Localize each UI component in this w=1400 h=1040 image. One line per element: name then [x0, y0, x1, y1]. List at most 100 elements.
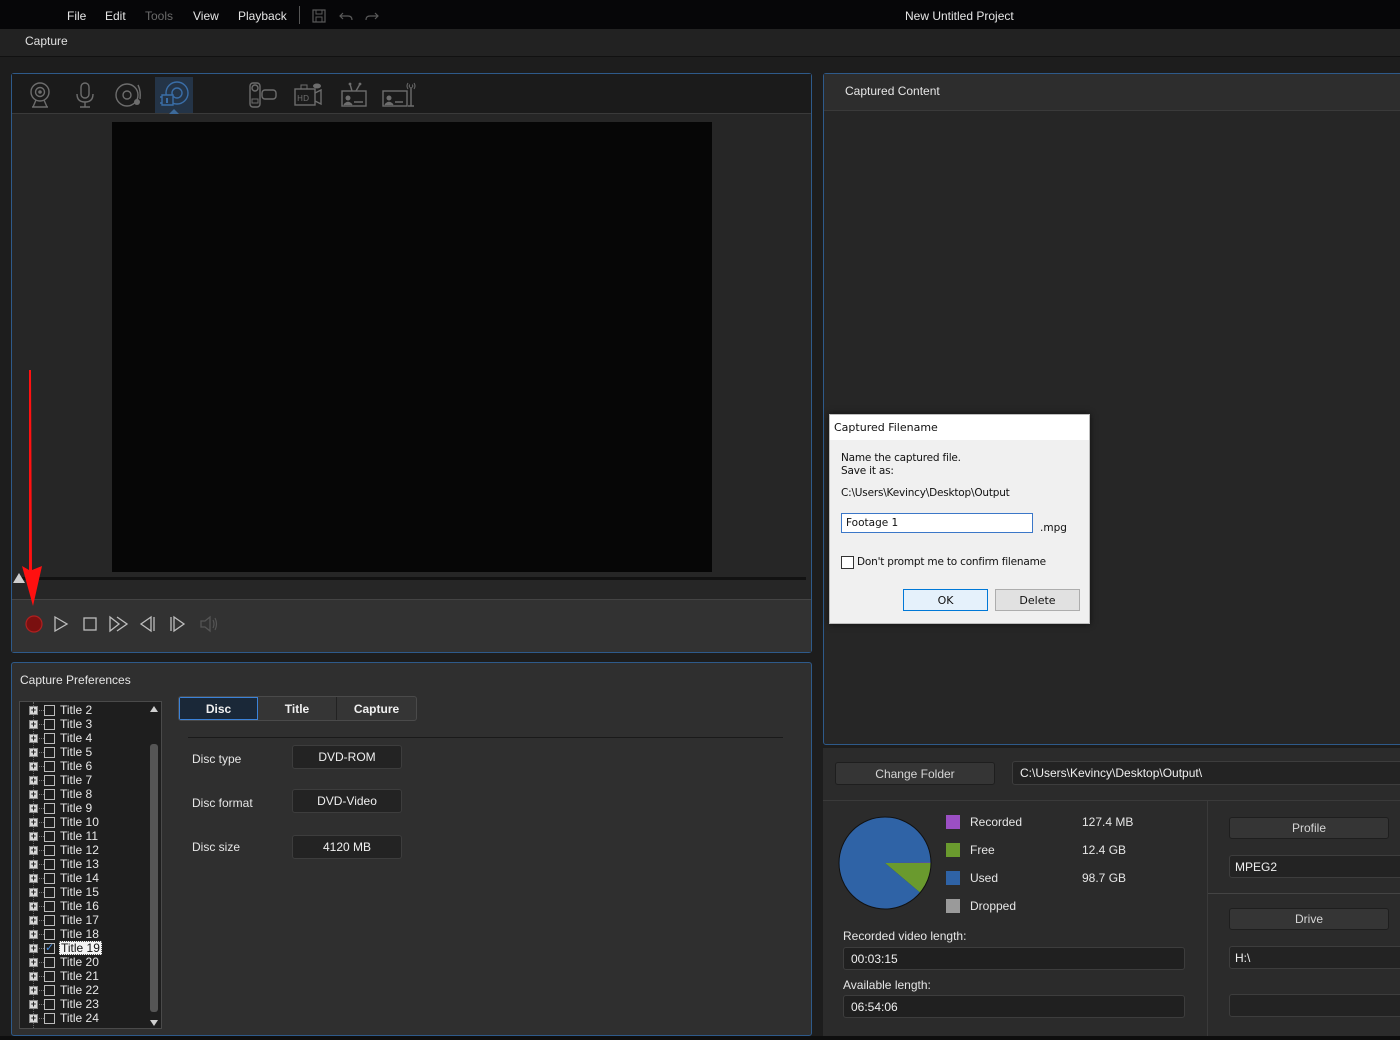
title-tree-item[interactable]: + Title 15	[20, 885, 148, 899]
title-tree-item[interactable]: + Title 6	[20, 759, 148, 773]
capture-source-dv-camcorder[interactable]	[244, 77, 282, 113]
expand-icon[interactable]: +	[29, 887, 38, 897]
title-label[interactable]: Title 5	[59, 745, 93, 759]
title-checkbox[interactable]	[44, 1012, 55, 1024]
title-label[interactable]: Title 18	[59, 927, 100, 941]
expand-icon[interactable]: +	[29, 971, 38, 981]
drive-button[interactable]: Drive	[1229, 908, 1389, 930]
title-checkbox[interactable]	[44, 718, 55, 730]
title-label[interactable]: Title 12	[59, 843, 100, 857]
title-checkbox[interactable]	[44, 900, 55, 912]
title-tree-item[interactable]: + Title 21	[20, 969, 148, 983]
expand-icon[interactable]: +	[29, 831, 38, 841]
tab-capture[interactable]: Capture	[337, 697, 416, 720]
title-label[interactable]: Title 22	[59, 983, 100, 997]
title-tree-item[interactable]: + Title 20	[20, 955, 148, 969]
disc-type-value[interactable]: DVD-ROM	[292, 745, 402, 769]
seek-handle[interactable]	[13, 573, 25, 583]
title-checkbox[interactable]	[44, 984, 55, 996]
capture-source-webcam[interactable]	[21, 77, 59, 113]
title-tree-item[interactable]: + Title 13	[20, 857, 148, 871]
title-label[interactable]: Title 8	[59, 787, 93, 801]
expand-icon[interactable]: +	[29, 705, 38, 715]
menu-view[interactable]: View	[193, 9, 219, 23]
expand-icon[interactable]: +	[29, 943, 38, 953]
expand-icon[interactable]: +	[29, 999, 38, 1009]
tab-disc[interactable]: Disc	[179, 697, 258, 720]
title-tree-item[interactable]: + Title 12	[20, 843, 148, 857]
title-label[interactable]: Title 6	[59, 759, 93, 773]
dialog-titlebar[interactable]: Captured Filename	[830, 415, 1089, 440]
title-label[interactable]: Title 10	[59, 815, 100, 829]
title-tree-item[interactable]: + Title 3	[20, 717, 148, 731]
filename-input[interactable]	[841, 513, 1033, 533]
expand-icon[interactable]: +	[29, 915, 38, 925]
capture-source-microphone[interactable]	[66, 77, 104, 113]
title-tree-item[interactable]: + Title 19	[20, 941, 148, 955]
drive-field[interactable]: H:\	[1229, 946, 1400, 969]
disc-size-value[interactable]: 4120 MB	[292, 835, 402, 859]
title-label[interactable]: Title 9	[59, 801, 93, 815]
title-checkbox[interactable]	[44, 774, 55, 786]
title-label[interactable]: Title 14	[59, 871, 100, 885]
title-tree-item[interactable]: + Title 23	[20, 997, 148, 1011]
play-button[interactable]	[50, 613, 72, 635]
expand-icon[interactable]: +	[29, 747, 38, 757]
expand-icon[interactable]: +	[29, 985, 38, 995]
title-label[interactable]: Title 2	[59, 703, 93, 717]
expand-icon[interactable]: +	[29, 761, 38, 771]
title-checkbox[interactable]	[44, 802, 55, 814]
next-frame-button[interactable]	[166, 613, 188, 635]
title-tree-item[interactable]: + Title 18	[20, 927, 148, 941]
record-button[interactable]	[23, 613, 45, 635]
expand-icon[interactable]: +	[29, 957, 38, 967]
expand-icon[interactable]: +	[29, 817, 38, 827]
expand-icon[interactable]: +	[29, 929, 38, 939]
title-tree-item[interactable]: + Title 2	[20, 703, 148, 717]
title-checkbox[interactable]	[44, 886, 55, 898]
expand-icon[interactable]: +	[29, 803, 38, 813]
expand-icon[interactable]: +	[29, 775, 38, 785]
expand-icon[interactable]: +	[29, 1013, 38, 1023]
seek-bar[interactable]	[18, 577, 806, 580]
capture-source-tv[interactable]	[335, 77, 373, 113]
title-checkbox[interactable]	[44, 998, 55, 1010]
menu-file[interactable]: File	[67, 9, 86, 23]
title-label[interactable]: Title 4	[59, 731, 93, 745]
title-label[interactable]: Title 24	[59, 1011, 100, 1025]
title-tree-item[interactable]: + Title 17	[20, 913, 148, 927]
stop-button[interactable]	[79, 613, 101, 635]
title-checkbox[interactable]	[44, 844, 55, 856]
dont-prompt-label[interactable]: Don't prompt me to confirm filename	[857, 556, 1046, 568]
ok-button[interactable]: OK	[903, 589, 988, 611]
redo-icon[interactable]	[364, 8, 380, 24]
scroll-up-icon[interactable]	[150, 706, 158, 712]
tab-title[interactable]: Title	[258, 697, 337, 720]
scroll-down-icon[interactable]	[150, 1020, 158, 1026]
scroll-thumb[interactable]	[150, 744, 158, 1012]
expand-icon[interactable]: +	[29, 845, 38, 855]
title-tree-item[interactable]: + Title 10	[20, 815, 148, 829]
fast-forward-button[interactable]	[108, 613, 130, 635]
capture-source-dvd[interactable]	[155, 77, 193, 114]
title-tree-item[interactable]: + Title 5	[20, 745, 148, 759]
title-label[interactable]: Title 13	[59, 857, 100, 871]
title-checkbox[interactable]	[44, 760, 55, 772]
title-checkbox[interactable]	[44, 941, 55, 954]
menu-edit[interactable]: Edit	[105, 9, 126, 23]
title-label[interactable]: Title 16	[59, 899, 100, 913]
title-tree-item[interactable]: + Title 16	[20, 899, 148, 913]
title-checkbox[interactable]	[44, 732, 55, 744]
title-label[interactable]: Title 21	[59, 969, 100, 983]
expand-icon[interactable]: +	[29, 789, 38, 799]
title-label[interactable]: Title 11	[59, 829, 99, 843]
title-checkbox[interactable]	[44, 928, 55, 940]
title-tree-item[interactable]: + Title 24	[20, 1011, 148, 1025]
capture-source-digital-tv[interactable]	[380, 77, 418, 113]
profile-field[interactable]: MPEG2	[1229, 855, 1400, 878]
title-checkbox[interactable]	[44, 704, 55, 716]
title-label[interactable]: Title 15	[59, 885, 100, 899]
expand-icon[interactable]: +	[29, 719, 38, 729]
title-tree-item[interactable]: + Title 11	[20, 829, 148, 843]
save-icon[interactable]	[311, 8, 327, 24]
